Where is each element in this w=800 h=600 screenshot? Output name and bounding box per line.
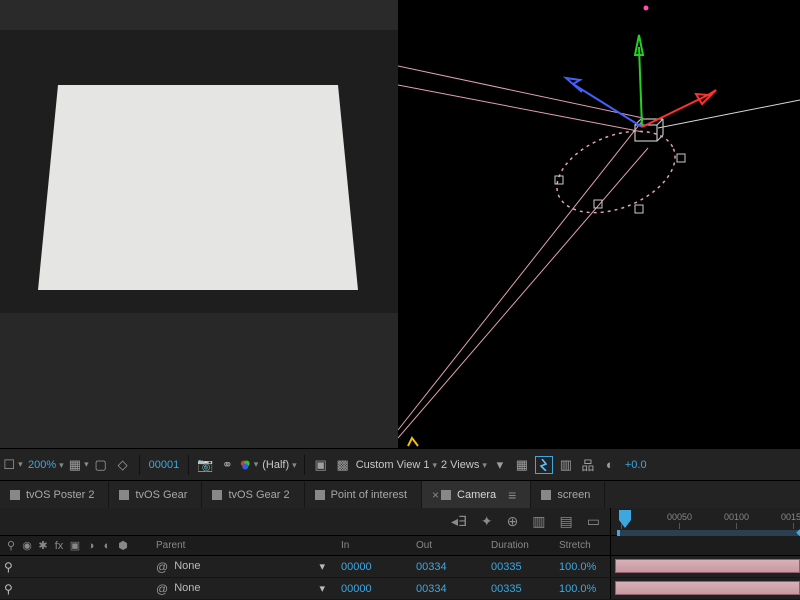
layer-row[interactable]: ⚲ @ None▾ 00000 00334 00335 100.0% <box>0 556 800 578</box>
col-duration[interactable]: Duration <box>485 536 553 555</box>
layer-row[interactable]: ⚲ @ None▾ 00000 00334 00335 100.0% <box>0 578 800 600</box>
zoom-level[interactable]: 200% <box>26 459 66 471</box>
region-icon[interactable]: ◇ <box>114 456 132 474</box>
in-value[interactable]: 00000 <box>335 556 410 577</box>
viewport-top-band <box>0 0 398 30</box>
pixel-aspect-icon[interactable]: ▦ <box>513 456 531 474</box>
in-value[interactable]: 00000 <box>335 578 410 599</box>
tab-label: screen <box>557 489 590 501</box>
wireframe-scene <box>398 0 800 448</box>
composition-icon <box>212 490 222 500</box>
time-ruler[interactable]: 00050 00100 0015 ◆ <box>610 508 800 535</box>
graph-editor-icon[interactable]: ◂∃ <box>451 513 467 530</box>
timeline-toolbar: ◂∃ ✦ ⊕ ▥ ▤ ▭ <box>440 508 610 535</box>
tab-label: Camera <box>457 489 496 501</box>
composition-icon <box>541 490 551 500</box>
ruler-label: 00100 <box>724 512 749 522</box>
parent-value: None <box>174 560 200 573</box>
region-of-interest-icon[interactable]: ▣ <box>312 456 330 474</box>
ruler-label: 0015 <box>781 512 800 522</box>
grid-icon[interactable]: ▢ <box>92 456 110 474</box>
timeline-column-header: ⚲ ◉ ✱ fx ▣ ◑ ◐ ⬢ Parent In Out Duration … <box>0 536 800 556</box>
composition-icon <box>441 490 451 500</box>
time-display-icon[interactable]: ▭ <box>587 513 600 530</box>
panel-menu-icon[interactable]: ≡ <box>508 487 516 503</box>
transfer-controls-icon[interactable]: ⊕ <box>507 513 519 530</box>
adjustment-icon[interactable]: ◐ <box>100 540 114 552</box>
composition-icon <box>10 490 20 500</box>
exposure-reset-icon[interactable]: ◐ <box>601 456 619 474</box>
current-frame[interactable]: 00001 <box>147 459 182 471</box>
motion-blur-icon[interactable]: ◑ <box>84 540 98 552</box>
channel-icon[interactable] <box>240 456 258 474</box>
pickwhip-icon[interactable]: @ <box>156 582 168 596</box>
fx-icon[interactable]: fx <box>52 540 66 552</box>
col-parent[interactable]: Parent <box>150 536 335 555</box>
layer-bar[interactable] <box>615 559 800 573</box>
out-value[interactable]: 00334 <box>410 578 485 599</box>
stretch-value[interactable]: 100.0% <box>553 556 610 577</box>
duration-value[interactable]: 00335 <box>485 578 553 599</box>
tab-tvos-gear[interactable]: tvOS Gear <box>109 481 202 509</box>
tab-label: tvOS Poster 2 <box>26 489 94 501</box>
ruler-label: 00050 <box>667 512 692 522</box>
out-value[interactable]: 00334 <box>410 556 485 577</box>
renderer-icon[interactable]: ▥ <box>557 456 575 474</box>
col-stretch[interactable]: Stretch <box>553 536 610 555</box>
composition-icon <box>119 490 129 500</box>
stretch-value[interactable]: 100.0% <box>553 578 610 599</box>
col-out[interactable]: Out <box>410 536 485 555</box>
timeline-tabs: tvOS Poster 2 tvOS Gear tvOS Gear 2 Poin… <box>0 480 800 508</box>
white-plane <box>38 85 358 290</box>
transparency-grid-icon[interactable]: ▩ <box>334 456 352 474</box>
flowchart-icon[interactable]: 品 <box>579 456 597 474</box>
eye-icon[interactable]: ◉ <box>20 539 34 552</box>
resolution-mode[interactable]: (Half) <box>262 459 296 471</box>
shy-icon[interactable]: ⚲ <box>4 560 13 574</box>
link-icon[interactable]: ⚭ <box>218 456 236 474</box>
duration-value[interactable]: 00335 <box>485 556 553 577</box>
shy-icon[interactable]: ⚲ <box>4 539 18 552</box>
parent-dropdown[interactable]: None▾ <box>174 560 335 573</box>
tab-point-of-interest[interactable]: Point of interest <box>305 481 422 509</box>
pickwhip-icon[interactable]: @ <box>156 560 168 574</box>
close-icon[interactable]: × <box>432 488 439 502</box>
share-view-icon[interactable]: ▾ <box>491 456 509 474</box>
layer-bar[interactable] <box>615 581 800 595</box>
resolution-icon[interactable]: ▦ <box>70 456 88 474</box>
tab-label: tvOS Gear <box>135 489 187 501</box>
tab-screen[interactable]: screen <box>531 481 605 509</box>
shy-icon[interactable]: ⚲ <box>4 582 13 596</box>
mask-mode-dropdown[interactable]: ☐ <box>4 456 22 474</box>
parent-value: None <box>174 582 200 595</box>
exposure-value[interactable]: +0.0 <box>623 459 649 471</box>
custom-view[interactable] <box>398 0 800 448</box>
av-features-icon[interactable]: ▥ <box>532 513 545 530</box>
tab-label: Point of interest <box>331 489 407 501</box>
three-d-icon[interactable]: ⬢ <box>116 539 130 552</box>
fast-previews-button[interactable] <box>535 456 553 474</box>
snapshot-icon[interactable]: 📷 <box>196 456 214 474</box>
tab-tvos-poster-2[interactable]: tvOS Poster 2 <box>0 481 109 509</box>
timeline-panel: ◂∃ ✦ ⊕ ▥ ▤ ▭ 00050 00100 0015 ◆ ⚲ <box>0 508 800 600</box>
composition-icon <box>315 490 325 500</box>
viewport-floor <box>0 313 398 448</box>
frame-blend-icon[interactable]: ▣ <box>68 539 82 552</box>
label-icon[interactable]: ✱ <box>36 539 50 552</box>
tab-tvos-gear-2[interactable]: tvOS Gear 2 <box>202 481 304 509</box>
view-mode[interactable]: Custom View 1 <box>356 459 437 471</box>
render-queue-icon[interactable]: ▤ <box>560 513 573 530</box>
tab-camera[interactable]: × Camera ≡ <box>422 481 531 509</box>
composition-toolbar: ☐ 200% ▦ ▢ ◇ 00001 📷 ⚭ (Half) ▣ ▩ Custom… <box>0 448 800 480</box>
view-count[interactable]: 2 Views <box>441 459 487 471</box>
col-in[interactable]: In <box>335 536 410 555</box>
tab-label: tvOS Gear 2 <box>228 489 289 501</box>
active-camera-view[interactable] <box>0 0 398 448</box>
parent-dropdown[interactable]: None▾ <box>174 582 335 595</box>
layer-switches-icon[interactable]: ✦ <box>481 513 493 530</box>
